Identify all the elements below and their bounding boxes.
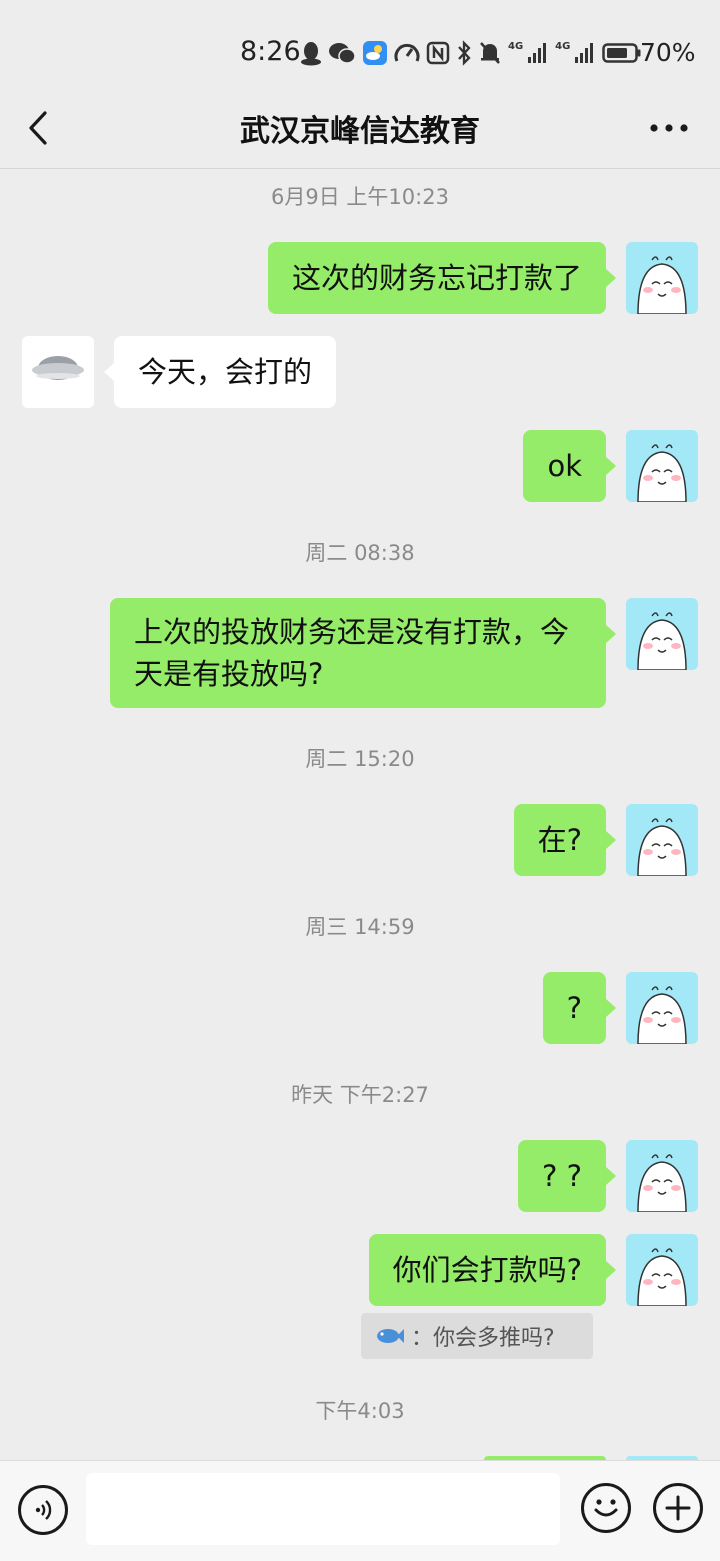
- qq-icon: [300, 39, 322, 67]
- nfc-icon: [426, 39, 450, 67]
- smiley-avatar-icon: [637, 1154, 687, 1212]
- message-text-line: 上次的投放财务还是没有打款，今: [134, 615, 570, 649]
- avatar-me[interactable]: [626, 1140, 698, 1212]
- message-text-line: 天是有投放吗?: [134, 657, 324, 691]
- speedometer-icon: [394, 39, 420, 67]
- smiley-avatar-icon: [637, 1248, 687, 1306]
- status-time: 8:26: [240, 36, 301, 67]
- battery-icon: [602, 39, 642, 67]
- network-type-1: 4G: [508, 40, 524, 52]
- message-bubble-outgoing[interactable]: ok: [523, 430, 616, 502]
- more-functions-button[interactable]: [653, 1483, 703, 1533]
- emoji-button[interactable]: [581, 1483, 631, 1533]
- timestamp: 6月9日 上午10:23: [271, 185, 449, 209]
- timestamp: 周二 08:38: [305, 541, 415, 565]
- message-bubble-outgoing[interactable]: ? ?: [517, 1140, 617, 1212]
- timestamp: 昨天 下午2:27: [291, 1083, 429, 1107]
- avatar-me[interactable]: [626, 430, 698, 502]
- message-bubble-outgoing[interactable]: 这次的财务忘记打款了: [267, 242, 617, 314]
- more-button[interactable]: [640, 106, 698, 150]
- voice-button[interactable]: [18, 1485, 68, 1535]
- contact-avatar-icon: [32, 356, 84, 380]
- signal-icon: [574, 39, 596, 67]
- voice-icon: [35, 1500, 52, 1520]
- timestamp: 周二 15:20: [305, 747, 415, 771]
- message-bubble-outgoing[interactable]: 你们会打款吗?: [368, 1234, 617, 1306]
- message-text: 在?: [537, 823, 582, 857]
- message-bubble-outgoing[interactable]: 上次的投放财务还是没有打款，今 天是有投放吗?: [110, 598, 616, 708]
- smiley-avatar-icon: [637, 256, 687, 314]
- smiley-avatar-icon: [637, 986, 687, 1044]
- status-bar: 8:26 4G 4G 70%: [0, 0, 720, 100]
- message-bubble-outgoing[interactable]: ?: [542, 972, 617, 1044]
- weather-app-icon: [362, 39, 388, 67]
- message-text: 这次的财务忘记打款了: [291, 261, 582, 295]
- bluetooth-icon: [456, 39, 472, 67]
- message-input[interactable]: [86, 1473, 560, 1545]
- smiley-avatar-icon: [637, 612, 687, 670]
- message-text: 今天，会打的: [138, 355, 313, 389]
- message-bubble-incoming[interactable]: 今天，会打的: [103, 336, 337, 408]
- emoji-icon: [594, 1499, 618, 1517]
- message-bubble-outgoing[interactable]: 在?: [513, 804, 617, 876]
- smiley-avatar-icon: [637, 818, 687, 876]
- timestamp: 周三 14:59: [305, 915, 415, 939]
- chat-header: 武汉京峰信达教育: [0, 92, 720, 166]
- message-text: ? ?: [541, 1159, 582, 1193]
- mute-bell-icon: [478, 39, 502, 67]
- quoted-message[interactable]: ：你会多推吗?: [361, 1313, 593, 1359]
- smiley-avatar-icon: [637, 444, 687, 502]
- quoted-text: ：你会多推吗?: [411, 1326, 555, 1351]
- message-text: ok: [547, 449, 582, 483]
- input-bar: [0, 1460, 720, 1561]
- avatar-contact[interactable]: [22, 336, 94, 408]
- message-text: 你们会打款吗?: [392, 1253, 582, 1287]
- message-text: ?: [566, 991, 582, 1025]
- avatar-me[interactable]: [626, 804, 698, 876]
- signal-icon: [527, 39, 549, 67]
- header-divider: [0, 168, 720, 169]
- wechat-icon: [328, 39, 356, 67]
- avatar-me[interactable]: [626, 1234, 698, 1306]
- timestamp: 下午4:03: [315, 1399, 405, 1423]
- avatar-me[interactable]: [626, 598, 698, 670]
- chat-title: 武汉京峰信达教育: [240, 114, 480, 149]
- status-icons: 4G 4G: [300, 38, 642, 68]
- battery-percent: 70%: [640, 38, 696, 67]
- chevron-left-icon: [29, 111, 47, 145]
- plus-icon: [665, 1495, 691, 1521]
- more-dots-icon: [650, 124, 688, 132]
- avatar-me[interactable]: [626, 242, 698, 314]
- network-type-2: 4G: [555, 40, 571, 52]
- fish-icon: [377, 1329, 404, 1343]
- avatar-me[interactable]: [626, 972, 698, 1044]
- back-button[interactable]: [18, 106, 58, 150]
